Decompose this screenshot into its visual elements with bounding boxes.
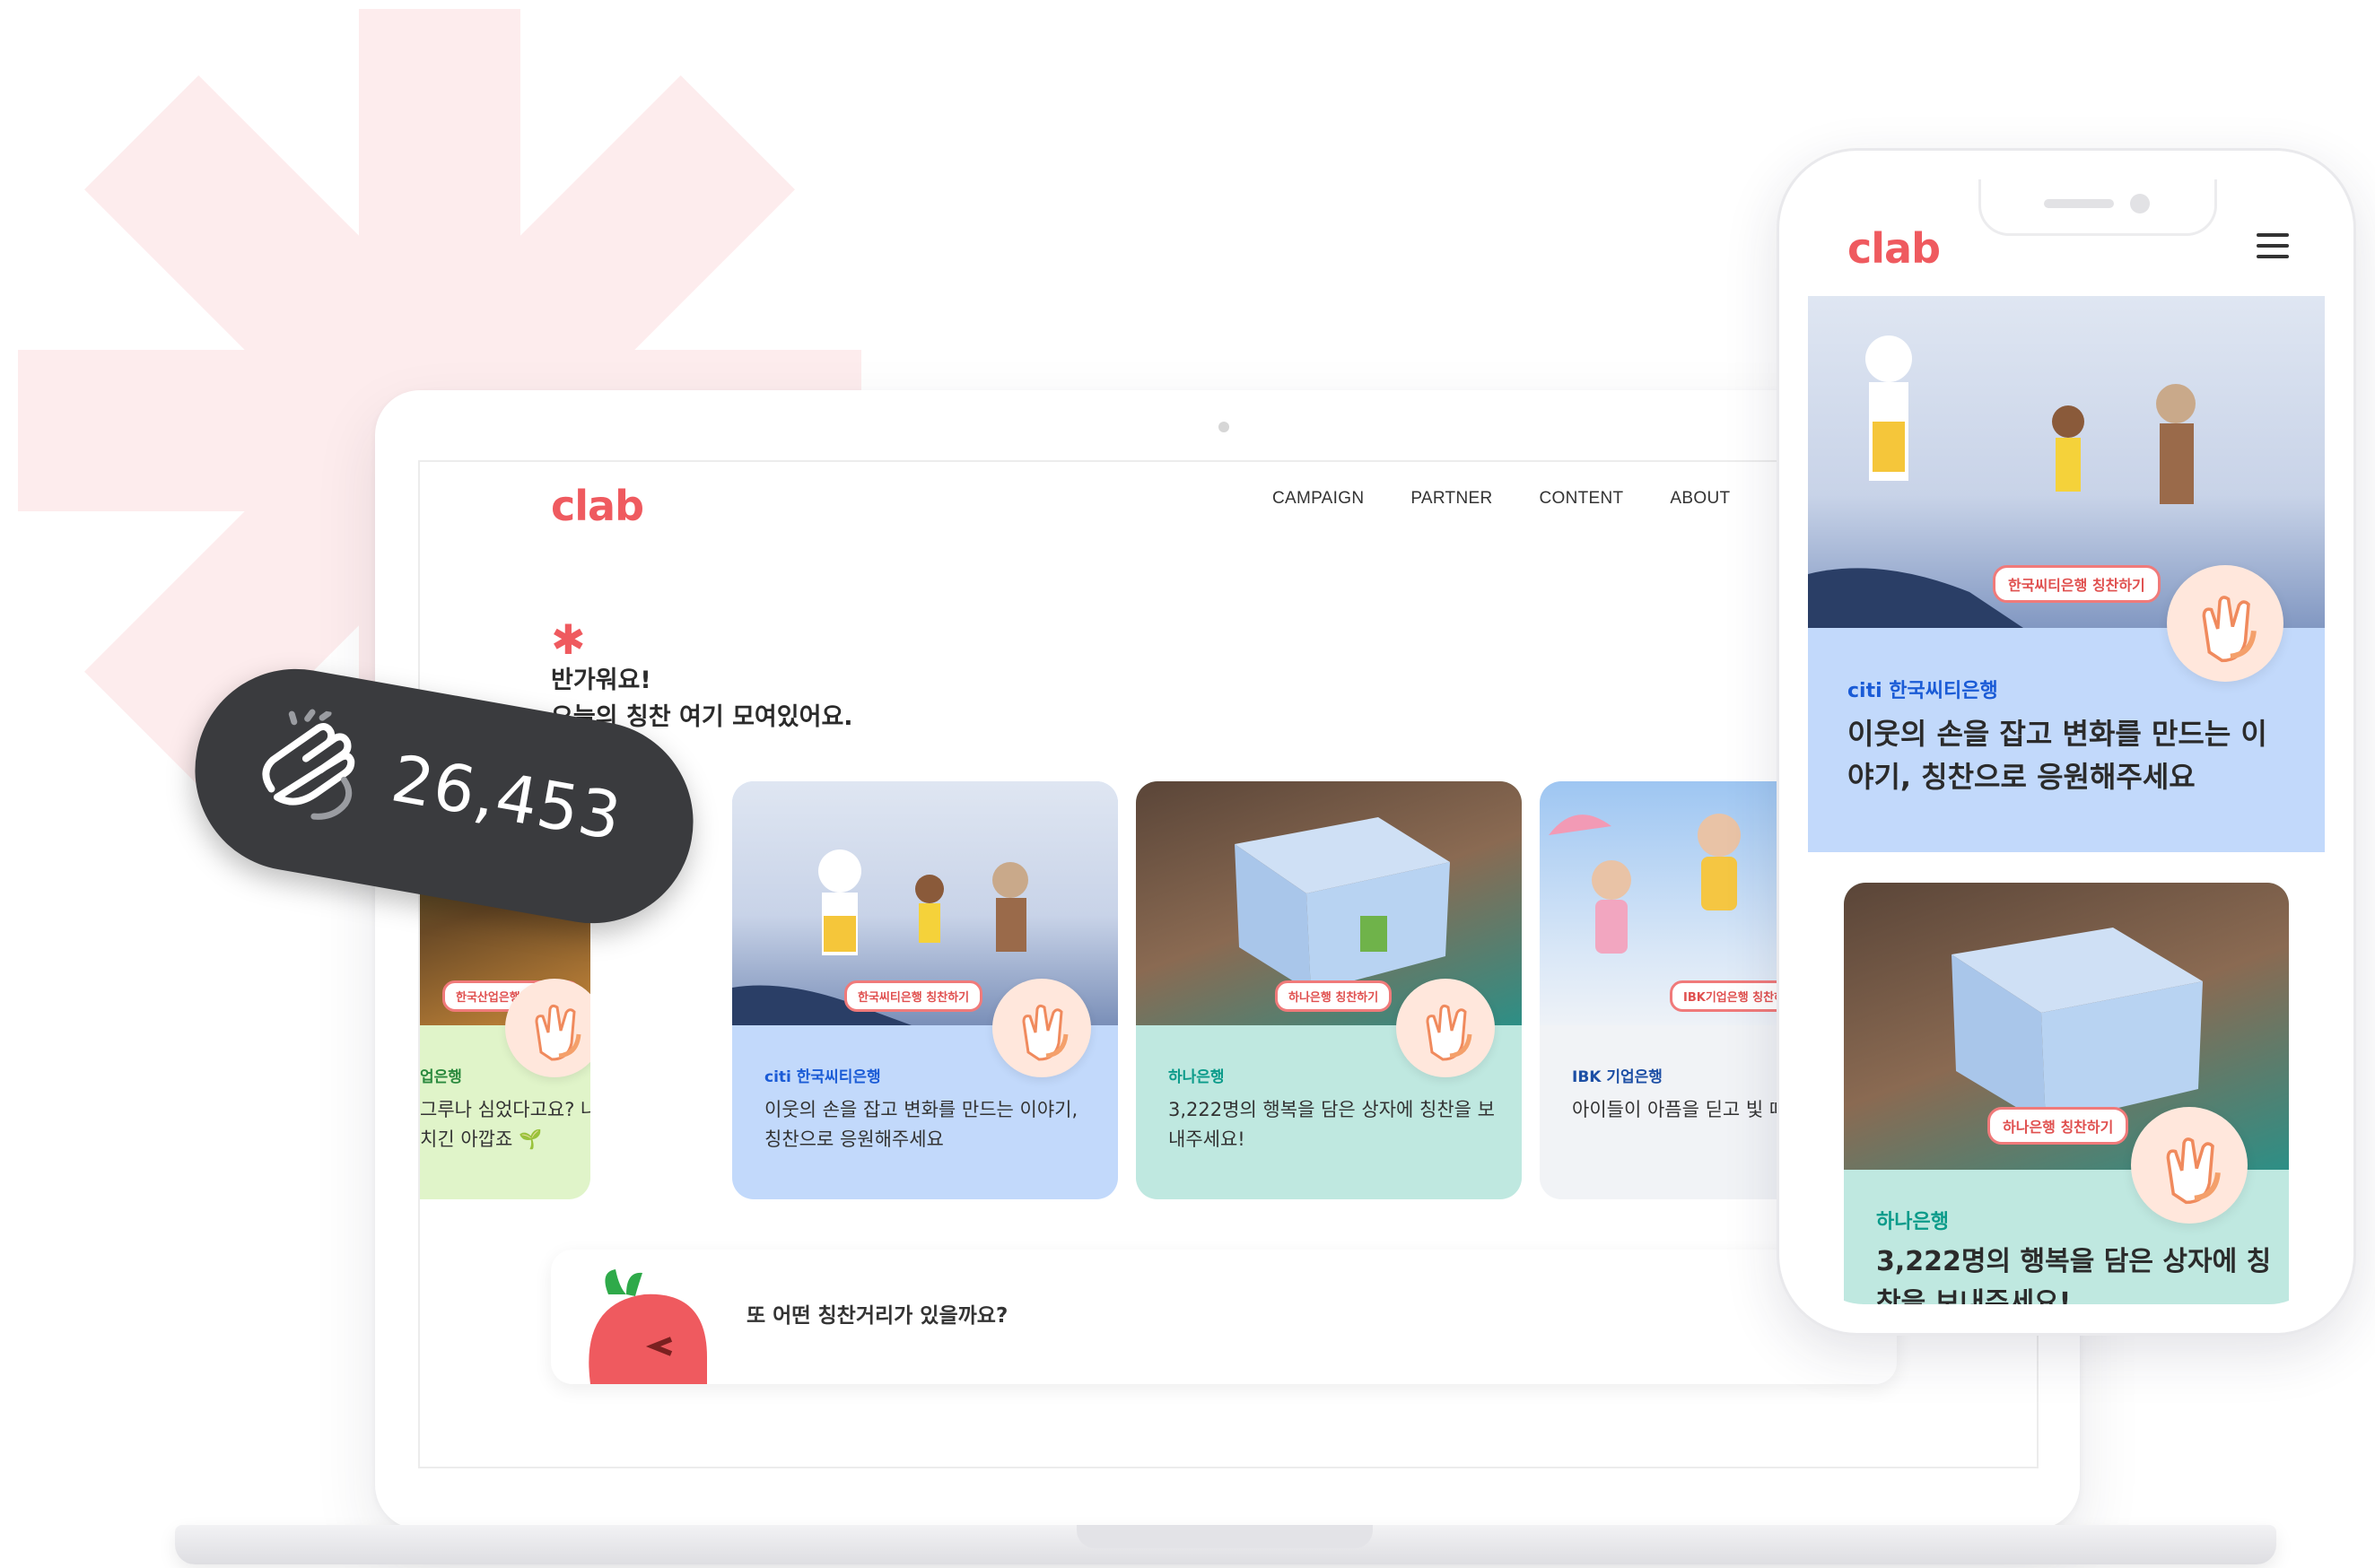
card-title-line-1: 이웃의 손을 잡고 변화를 만드는 이 <box>1847 717 2267 751</box>
main-navigation: CAMPAIGN PARTNER CONTENT ABOUT C <box>1272 489 1789 509</box>
mobile-site-logo[interactable]: clab <box>1847 224 1941 273</box>
laptop-camera <box>1218 422 1229 432</box>
nav-partner[interactable]: PARTNER <box>1410 489 1492 509</box>
mobile-phone-frame: clab 한국씨티은행 칭찬하기 citi 한국씨티은행 이웃의 손을 잡고 변… <box>1777 148 2356 1336</box>
campaign-card-citi[interactable]: 한국씨티은행 칭찬하기 citi 한국씨티은행 이웃의 손을 잡고 변화를 만드… <box>732 781 1118 1199</box>
clap-button-icon[interactable] <box>2167 565 2283 682</box>
card-title: 이웃의 손을 잡고 변화를 만드는 이 야기, 칭찬으로 응원해주세요 <box>1847 712 2267 798</box>
phone-notch <box>1978 179 2217 236</box>
card-badge: 하나은행 칭찬하기 <box>1275 980 1393 1012</box>
card-title: 그루나 심었다고요? 나치긴 아깝죠 🌱 <box>420 1099 590 1150</box>
site-logo[interactable]: clab <box>551 482 644 530</box>
card-title: 이웃의 손을 잡고 변화를 만드는 이야기, 칭찬으로 응원해주세요 <box>764 1099 1078 1150</box>
mobile-campaign-card-hana[interactable]: 하나은행 칭찬하기 하나은행 3,222명의 행복을 담은 상자에 칭 찬을 보… <box>1844 883 2289 1304</box>
card-brand: IBK 기업은행 <box>1572 1068 1663 1086</box>
card-badge: 한국씨티은행 칭찬하기 <box>1993 565 2161 603</box>
card-title-line-1: 3,222명의 행복을 담은 상자에 칭 <box>1876 1246 2272 1277</box>
nav-campaign[interactable]: CAMPAIGN <box>1272 489 1364 509</box>
card-brand: 하나은행 <box>1876 1211 1949 1233</box>
mobile-campaign-card-citi[interactable]: 한국씨티은행 칭찬하기 citi 한국씨티은행 이웃의 손을 잡고 변화를 만드… <box>1808 296 2325 852</box>
nav-content[interactable]: CONTENT <box>1539 489 1623 509</box>
clapping-hands-icon <box>262 709 355 820</box>
banner-text: 또 어떤 칭찬거리가 있을까요? <box>747 1304 1009 1328</box>
clap-button-icon[interactable] <box>2131 1107 2248 1224</box>
card-title-line-2: 야기, 칭찬으로 응원해주세요 <box>1847 760 2196 794</box>
hamburger-menu-icon[interactable] <box>2257 233 2289 260</box>
praise-count-value: 26,453 <box>386 740 628 855</box>
phone-speaker <box>2044 199 2114 208</box>
clap-button-icon[interactable] <box>505 979 590 1077</box>
card-badge: 하나은행 칭찬하기 <box>1987 1107 2129 1145</box>
card-badge: 한국씨티은행 칭찬하기 <box>844 980 983 1012</box>
clap-button-icon[interactable] <box>1396 979 1495 1077</box>
card-brand: 업은행 <box>420 1068 462 1086</box>
nav-about[interactable]: ABOUT <box>1670 489 1730 509</box>
card-brand: citi 한국씨티은행 <box>1847 680 1998 702</box>
card-title: 3,222명의 행복을 담은 상자에 칭 찬을 보내주세요! <box>1876 1241 2271 1304</box>
clap-button-icon[interactable] <box>992 979 1091 1077</box>
asterisk-icon: ✱ <box>551 615 586 664</box>
card-brand: citi 한국씨티은행 <box>764 1068 881 1086</box>
phone-camera <box>2130 194 2150 213</box>
campaign-card-hana[interactable]: 하나은행 칭찬하기 하나은행 3,222명의 행복을 담은 상자에 칭찬을 보내… <box>1136 781 1522 1199</box>
card-title: 3,222명의 행복을 담은 상자에 칭찬을 보내주세요! <box>1168 1099 1495 1150</box>
laptop-base-notch <box>1077 1525 1373 1548</box>
greeting-line-1: 반가워요! <box>551 666 651 694</box>
mobile-screen: clab 한국씨티은행 칭찬하기 citi 한국씨티은행 이웃의 손을 잡고 변… <box>1808 179 2325 1304</box>
card-title-line-2: 찬을 보내주세요! <box>1876 1287 2072 1304</box>
tomato-mascot-icon <box>589 1269 707 1384</box>
card-brand: 하나은행 <box>1168 1068 1225 1086</box>
